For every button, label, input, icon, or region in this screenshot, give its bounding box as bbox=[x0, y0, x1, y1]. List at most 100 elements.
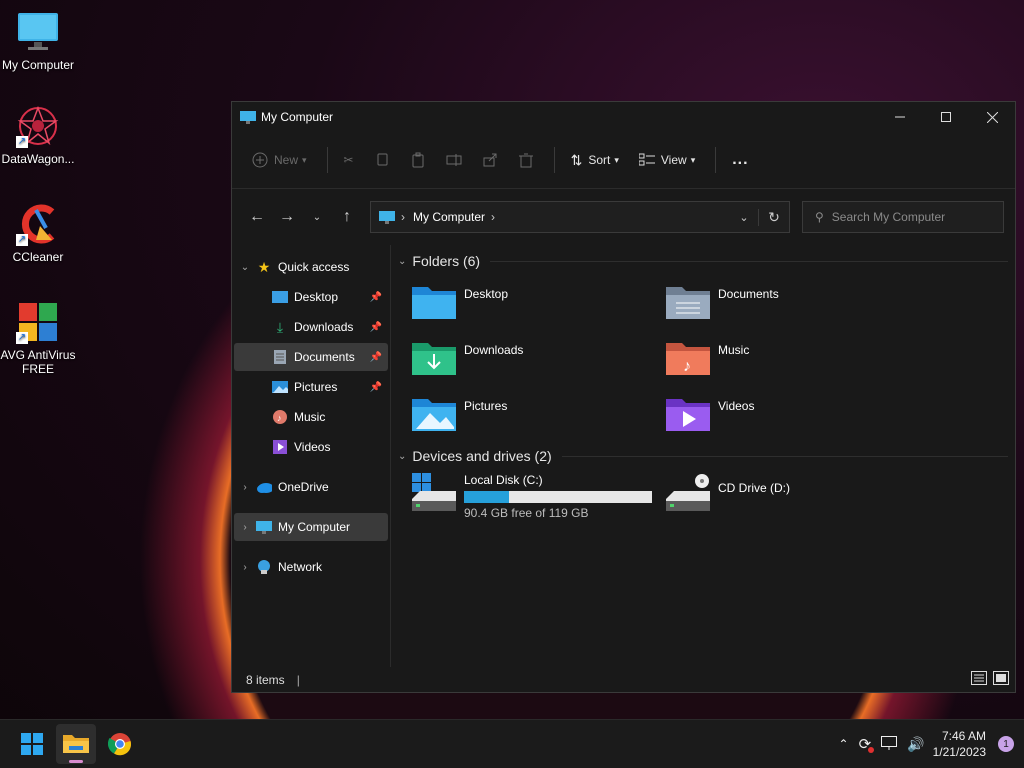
nav-network[interactable]: › Network bbox=[234, 553, 388, 581]
maximize-button[interactable] bbox=[923, 102, 969, 132]
more-options-button[interactable]: ... bbox=[724, 144, 756, 176]
trash-icon bbox=[518, 153, 533, 168]
devices-group-header[interactable]: ⌄ Devices and drives (2) bbox=[398, 448, 1008, 464]
video-icon bbox=[272, 439, 288, 455]
search-box[interactable]: ⚲ Search My Computer bbox=[802, 201, 1004, 233]
folder-label: Music bbox=[718, 343, 750, 357]
toolbar-separator bbox=[715, 147, 717, 173]
view-label: View bbox=[660, 153, 687, 167]
chevron-down-icon: ▾ bbox=[690, 154, 696, 165]
desktop-folder-icon bbox=[272, 289, 288, 305]
arrow-left-icon: ← bbox=[249, 208, 265, 225]
delete-button[interactable] bbox=[510, 144, 542, 176]
new-button[interactable]: New ▾ bbox=[244, 144, 315, 176]
chrome-icon bbox=[108, 733, 132, 756]
folders-group-header[interactable]: ⌄ Folders (6) bbox=[398, 253, 1008, 269]
nav-onedrive[interactable]: › OneDrive bbox=[234, 473, 388, 501]
pin-icon: 📌 bbox=[369, 381, 382, 393]
copy-icon bbox=[377, 153, 388, 166]
folder-tile-music[interactable]: ♪ Music bbox=[666, 339, 749, 375]
refresh-button[interactable]: ↻ bbox=[758, 208, 789, 226]
recent-locations-button[interactable]: ⌄ bbox=[302, 202, 332, 232]
title-bar[interactable]: My Computer bbox=[232, 102, 1015, 132]
update-icon[interactable]: ⟳ bbox=[859, 735, 875, 753]
status-bar: 8 items | bbox=[232, 667, 1015, 692]
arrow-up-icon: ↑ bbox=[343, 208, 351, 225]
address-dropdown-button[interactable]: ⌄ bbox=[730, 211, 758, 224]
nav-my-computer[interactable]: › My Computer bbox=[234, 513, 388, 541]
folder-label: Desktop bbox=[464, 287, 509, 301]
command-bar: New ▾ ✂ ⇅ Sort ▾ View ▾ ... bbox=[232, 132, 1015, 189]
notification-count: 1 bbox=[1003, 738, 1009, 750]
nav-label: Pictures bbox=[294, 380, 338, 394]
drive-tile-d[interactable]: CD Drive (D:) bbox=[666, 473, 790, 513]
nav-label: Desktop bbox=[294, 290, 339, 304]
large-icons-view-button[interactable] bbox=[993, 671, 1009, 688]
maximize-icon bbox=[941, 112, 951, 122]
datawagon-icon: ↗ bbox=[16, 104, 60, 148]
details-view-button[interactable] bbox=[971, 671, 987, 688]
minimize-button[interactable] bbox=[877, 102, 923, 132]
search-placeholder[interactable]: Search My Computer bbox=[832, 210, 945, 224]
shortcut-arrow-icon: ↗ bbox=[16, 234, 28, 246]
documents-folder-icon bbox=[666, 283, 710, 319]
cut-button[interactable]: ✂ bbox=[336, 144, 362, 176]
folder-tile-documents[interactable]: Documents bbox=[666, 283, 779, 319]
up-button[interactable]: ↑ bbox=[332, 202, 362, 232]
cloud-icon bbox=[256, 479, 272, 495]
nav-pictures[interactable]: Pictures 📌 bbox=[234, 373, 388, 401]
paste-button[interactable] bbox=[402, 144, 434, 176]
computer-icon bbox=[240, 110, 256, 124]
nav-music[interactable]: ♪ Music bbox=[234, 403, 388, 431]
folder-label: Pictures bbox=[464, 399, 508, 413]
back-button[interactable]: ← bbox=[242, 202, 272, 232]
star-icon: ★ bbox=[257, 258, 271, 275]
shortcut-arrow-icon: ↗ bbox=[16, 332, 28, 344]
drive-tile-c[interactable]: Local Disk (C:) 90.4 GB free of 119 GB bbox=[412, 473, 652, 520]
music-icon: ♪ bbox=[272, 409, 288, 425]
desktop-icon-ccleaner[interactable]: ↗ CCleaner bbox=[0, 202, 76, 264]
chevron-down-icon: ▾ bbox=[614, 154, 619, 165]
ccleaner-icon: ↗ bbox=[16, 202, 60, 246]
nav-downloads[interactable]: ⤓ Downloads 📌 bbox=[234, 313, 388, 341]
desktop-icon-datawagon[interactable]: ↗ DataWagon... bbox=[0, 104, 76, 166]
sort-button[interactable]: ⇅ Sort ▾ bbox=[563, 144, 627, 176]
folder-tile-videos[interactable]: Videos bbox=[666, 395, 754, 431]
forward-button[interactable]: → bbox=[272, 202, 302, 232]
nav-documents[interactable]: Documents 📌 bbox=[234, 343, 388, 371]
share-button[interactable] bbox=[474, 144, 506, 176]
taskbar-file-explorer[interactable] bbox=[56, 724, 96, 764]
copy-button[interactable] bbox=[366, 144, 398, 176]
rename-button[interactable] bbox=[438, 144, 470, 176]
cut-icon: ✂ bbox=[343, 153, 354, 167]
address-bar[interactable]: › My Computer › ⌄ ↻ bbox=[370, 201, 790, 233]
folder-tile-downloads[interactable]: Downloads bbox=[412, 339, 523, 375]
cd-drive-icon bbox=[666, 473, 710, 513]
drive-usage-fill bbox=[464, 491, 510, 503]
taskbar-chrome[interactable] bbox=[100, 724, 140, 764]
desktop-icon-my-computer[interactable]: My Computer bbox=[0, 10, 76, 72]
show-hidden-icons-button[interactable]: ⌃ bbox=[839, 737, 849, 751]
network-status-icon[interactable] bbox=[881, 735, 898, 753]
volume-icon[interactable]: 🔊 bbox=[907, 736, 924, 753]
clock[interactable]: 7:46 AM 1/21/2023 bbox=[933, 728, 986, 760]
folders-header-label: Folders (6) bbox=[412, 253, 481, 269]
nav-label: Downloads bbox=[294, 320, 354, 334]
start-button[interactable] bbox=[12, 724, 52, 764]
details-view-icon bbox=[971, 671, 987, 685]
file-explorer-window: My Computer New ▾ ✂ ⇅ Sort ▾ View ▾ ... … bbox=[231, 101, 1016, 693]
desktop-icon-avg[interactable]: ↗ AVG AntiVirus FREE bbox=[0, 300, 76, 376]
nav-quick-access[interactable]: ⌄ ★ Quick access bbox=[234, 253, 388, 281]
close-button[interactable] bbox=[969, 102, 1015, 132]
breadcrumb-my-computer[interactable]: My Computer bbox=[413, 210, 485, 224]
chevron-right-icon: › bbox=[243, 521, 247, 533]
nav-videos[interactable]: Videos bbox=[234, 433, 388, 461]
nav-desktop[interactable]: Desktop 📌 bbox=[234, 283, 388, 311]
folder-tile-pictures[interactable]: Pictures bbox=[412, 395, 507, 431]
view-button[interactable]: View ▾ bbox=[631, 144, 703, 176]
folder-tile-desktop[interactable]: Desktop bbox=[412, 283, 508, 319]
status-divider: | bbox=[296, 672, 300, 687]
notification-badge[interactable]: 1 bbox=[998, 736, 1014, 752]
drive-usage-bar bbox=[464, 491, 652, 503]
nav-label: My Computer bbox=[278, 520, 351, 534]
